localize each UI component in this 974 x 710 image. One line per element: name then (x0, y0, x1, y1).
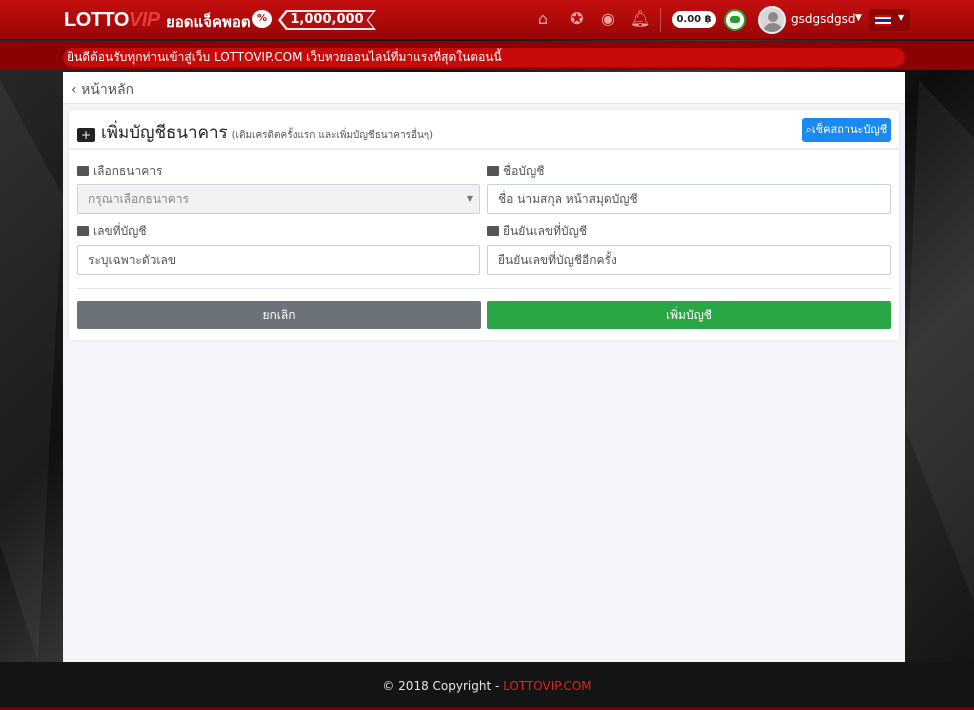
main-panel: ‹ หน้าหลัก + เพิ่มบัญชีธนาคาร (เติมเครดิตค… (63, 72, 905, 662)
home-icon[interactable]: ⌂ (533, 9, 553, 29)
confirm-account-number-field[interactable]: ยืนยันเลขที่บัญชีอีกครั้ง (487, 245, 891, 275)
jackpot-value: 1,000,000 (281, 12, 373, 28)
credit-balance[interactable]: 0.00 ฿ (672, 11, 716, 28)
avatar[interactable] (758, 6, 786, 34)
account-name-label: ชื่อบัญชี (487, 162, 544, 181)
chevron-down-icon[interactable]: ▼ (855, 13, 862, 23)
footer-brand-link[interactable]: LOTTOVIP.COM (503, 679, 592, 693)
confirm-account-number-label: ยืนยันเลขที่บัญชี (487, 222, 587, 241)
bell-icon[interactable]: 🔔︎ (630, 9, 650, 29)
bg-shard-left (0, 80, 63, 660)
id-card-icon (487, 166, 499, 176)
account-name-field[interactable]: ชื่อ นามสกุล หน้าสมุดบัญชี (487, 184, 891, 214)
award-icon[interactable]: ✪ (567, 9, 587, 29)
page-title: + เพิ่มบัญชีธนาคาร (เติมเครดิตครั้งแรก และ… (77, 119, 433, 146)
copyright: © 2018 Copyright - LOTTOVIP.COM (382, 679, 592, 693)
breadcrumb: ‹ หน้าหลัก (63, 72, 905, 104)
plus-square-icon: + (77, 128, 95, 142)
jackpot-icon: % (252, 10, 272, 28)
account-number-label: เลขที่บัญชี (77, 222, 147, 241)
card-header: + เพิ่มบัญชีธนาคาร (เติมเครดิตครั้งแรก และ… (69, 110, 899, 150)
chevron-left-icon: ‹ (71, 82, 82, 98)
divider (77, 288, 891, 289)
back-link[interactable]: ‹ หน้าหลัก (71, 79, 134, 101)
double-check-icon (487, 226, 499, 236)
add-bank-account-card: + เพิ่มบัญชีธนาคาร (เติมเครดิตครั้งแรก และ… (69, 110, 899, 340)
chevron-down-icon: ▼ (466, 194, 473, 203)
check-account-status-button[interactable]: ⌕เช็คสถานะบัญชี (802, 118, 891, 142)
username[interactable]: gsdgsdgsd (791, 12, 855, 26)
bg-shard-right (905, 80, 974, 602)
chevron-down-icon: ▼ (898, 13, 905, 22)
jackpot-value-badge: 1,000,000 (278, 10, 376, 30)
jackpot-label: ยอดแจ็คพอต (166, 13, 251, 31)
announcement-marquee: ยินดีต้อนรับทุกท่านเข้าสู่เว็บ LOTTOVIP.… (63, 48, 905, 67)
add-account-button[interactable]: เพิ่มบัญชี (487, 301, 891, 329)
language-selector[interactable]: ▼ (869, 9, 910, 31)
chat-icon[interactable] (724, 9, 746, 31)
bank-icon (77, 166, 89, 176)
footer: © 2018 Copyright - LOTTOVIP.COM (0, 662, 974, 710)
thai-flag-icon (875, 15, 891, 26)
top-navbar: LOTTOVIP ยอดแจ็คพอต % 1,000,000 ⌂ ✪ ◉ 🔔︎… (0, 0, 974, 40)
logo[interactable]: LOTTOVIP (64, 9, 160, 32)
page-subtitle: (เติมเครดิตครั้งแรก และเพิ่มบัญชีธนาคารอ… (231, 130, 434, 141)
bank-label: เลือกธนาคาร (77, 162, 162, 181)
header-divider (660, 8, 661, 32)
user-circle-icon[interactable]: ◉ (598, 9, 618, 29)
cancel-button[interactable]: ยกเลิก (77, 301, 481, 329)
check-square-icon (77, 226, 89, 236)
bank-select[interactable]: กรุณาเลือกธนาคาร ▼ (77, 184, 480, 214)
account-number-field[interactable]: ระบุเฉพาะตัวเลข (77, 245, 480, 275)
